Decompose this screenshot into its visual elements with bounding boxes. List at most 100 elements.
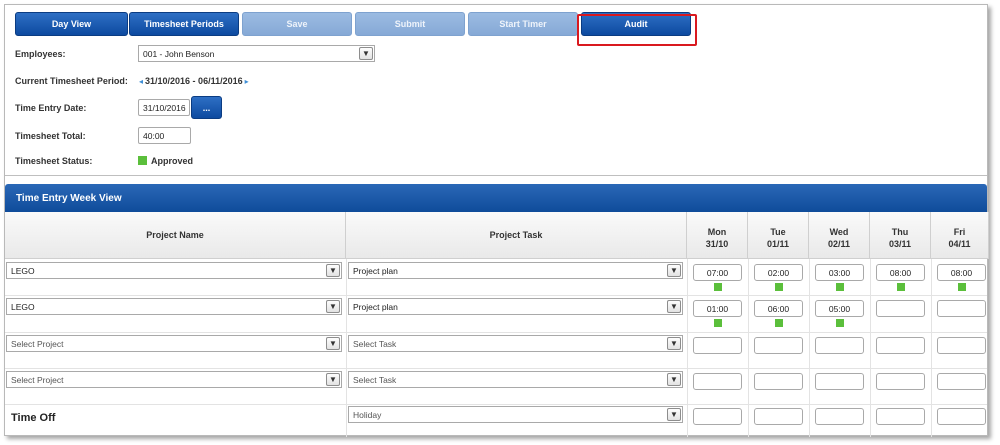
chevron-down-icon: ▼ bbox=[667, 337, 681, 350]
time-entry-input[interactable]: 08:00 bbox=[937, 264, 986, 281]
col-header-project: Project Name bbox=[5, 212, 346, 259]
chevron-down-icon: ▼ bbox=[359, 47, 373, 60]
day-name: Wed bbox=[829, 227, 849, 237]
next-period-icon[interactable]: ▸ bbox=[245, 77, 249, 86]
time-off-type-select[interactable]: Holiday ▼ bbox=[348, 406, 683, 423]
day-name: Fri bbox=[953, 227, 966, 237]
chevron-down-icon: ▼ bbox=[667, 264, 681, 277]
approved-status-icon bbox=[897, 283, 905, 291]
divider bbox=[5, 175, 987, 176]
task-select-value: Project plan bbox=[353, 265, 398, 276]
column-divider bbox=[931, 259, 932, 437]
period-value: 31/10/2016 - 06/11/2016 bbox=[145, 76, 243, 86]
time-entry-input[interactable] bbox=[815, 337, 864, 354]
chevron-down-icon: ▼ bbox=[667, 408, 681, 421]
column-divider bbox=[809, 259, 810, 437]
time-off-input[interactable] bbox=[693, 408, 742, 425]
project-select[interactable]: Select Project ▼ bbox=[6, 335, 342, 352]
chevron-down-icon: ▼ bbox=[326, 264, 340, 277]
time-entry-input[interactable] bbox=[815, 373, 864, 390]
row-divider bbox=[5, 368, 987, 369]
time-entry-input[interactable] bbox=[876, 337, 925, 354]
timesheet-periods-button[interactable]: Timesheet Periods bbox=[129, 12, 239, 36]
project-select[interactable]: LEGO ▼ bbox=[6, 262, 342, 279]
col-header-day: Thu 03/11 bbox=[870, 212, 931, 259]
time-entry-input[interactable]: 01:00 bbox=[693, 300, 742, 317]
time-entry-input[interactable]: 07:00 bbox=[693, 264, 742, 281]
task-select[interactable]: Project plan ▼ bbox=[348, 298, 683, 315]
chevron-down-icon: ▼ bbox=[667, 373, 681, 386]
time-entry-input[interactable]: 05:00 bbox=[815, 300, 864, 317]
status-indicator-icon bbox=[138, 156, 147, 165]
column-divider bbox=[687, 259, 688, 437]
time-entry-input[interactable] bbox=[754, 373, 803, 390]
day-name: Mon bbox=[707, 227, 727, 237]
week-view-header: Time Entry Week View bbox=[5, 184, 987, 212]
status-label: Timesheet Status: bbox=[15, 156, 93, 166]
employee-select[interactable]: 001 - John Benson ▼ bbox=[138, 45, 375, 62]
column-divider bbox=[346, 259, 347, 437]
audit-highlight-box bbox=[577, 14, 697, 46]
time-off-input[interactable] bbox=[815, 408, 864, 425]
period-label: Current Timesheet Period: bbox=[15, 76, 128, 86]
entry-date-input[interactable]: 31/10/2016 bbox=[138, 99, 190, 116]
save-button[interactable]: Save bbox=[242, 12, 352, 36]
time-off-input[interactable] bbox=[937, 408, 986, 425]
time-entry-input[interactable] bbox=[937, 300, 986, 317]
row-divider bbox=[5, 332, 987, 333]
time-entry-input[interactable] bbox=[937, 373, 986, 390]
approved-status-icon bbox=[775, 319, 783, 327]
project-select-value: Select Project bbox=[11, 338, 64, 349]
col-header-day: Tue 01/11 bbox=[748, 212, 809, 259]
period-navigator: ◂ 31/10/2016 - 06/11/2016 ▸ bbox=[139, 76, 249, 86]
day-date: 04/11 bbox=[948, 239, 971, 249]
time-off-input[interactable] bbox=[754, 408, 803, 425]
time-entry-input[interactable] bbox=[937, 337, 986, 354]
task-select-value: Select Task bbox=[353, 374, 397, 385]
project-select[interactable]: Select Project ▼ bbox=[6, 371, 342, 388]
chevron-down-icon: ▼ bbox=[326, 300, 340, 313]
task-select[interactable]: Select Task ▼ bbox=[348, 335, 683, 352]
project-select-value: LEGO bbox=[11, 301, 35, 312]
column-divider bbox=[748, 259, 749, 437]
time-entry-input[interactable]: 02:00 bbox=[754, 264, 803, 281]
day-name: Thu bbox=[891, 227, 909, 237]
start-timer-button[interactable]: Start Timer bbox=[468, 12, 578, 36]
task-select[interactable]: Select Task ▼ bbox=[348, 371, 683, 388]
entry-date-label: Time Entry Date: bbox=[15, 103, 87, 113]
col-header-day: Fri 04/11 bbox=[931, 212, 989, 259]
time-entry-input[interactable]: 03:00 bbox=[815, 264, 864, 281]
time-entry-input[interactable] bbox=[693, 373, 742, 390]
timesheet-window: Day View Timesheet Periods Save Submit S… bbox=[4, 4, 989, 437]
approved-status-icon bbox=[836, 283, 844, 291]
total-input: 40:00 bbox=[138, 127, 191, 144]
time-entry-input[interactable]: 08:00 bbox=[876, 264, 925, 281]
task-select[interactable]: Project plan ▼ bbox=[348, 262, 683, 279]
time-entry-input[interactable] bbox=[876, 300, 925, 317]
time-entry-input[interactable] bbox=[876, 373, 925, 390]
time-off-label: Time Off bbox=[11, 412, 56, 424]
project-select-value: LEGO bbox=[11, 265, 35, 276]
day-name: Tue bbox=[770, 227, 786, 237]
approved-status-icon bbox=[958, 283, 966, 291]
project-select[interactable]: LEGO ▼ bbox=[6, 298, 342, 315]
submit-button[interactable]: Submit bbox=[355, 12, 465, 36]
task-select-value: Select Task bbox=[353, 338, 397, 349]
chevron-down-icon: ▼ bbox=[326, 373, 340, 386]
time-off-type-value: Holiday bbox=[353, 409, 382, 420]
time-entry-input[interactable] bbox=[754, 337, 803, 354]
col-header-task: Project Task bbox=[346, 212, 687, 259]
time-entry-input[interactable]: 06:00 bbox=[754, 300, 803, 317]
col-header-day: Wed 02/11 bbox=[809, 212, 870, 259]
row-divider bbox=[5, 295, 987, 296]
project-select-value: Select Project bbox=[11, 374, 64, 385]
prev-period-icon[interactable]: ◂ bbox=[139, 77, 143, 86]
time-entry-input[interactable] bbox=[693, 337, 742, 354]
time-off-input[interactable] bbox=[876, 408, 925, 425]
day-date: 31/10 bbox=[705, 239, 729, 249]
employees-label: Employees: bbox=[15, 49, 66, 59]
date-picker-button[interactable]: ... bbox=[191, 96, 222, 119]
total-label: Timesheet Total: bbox=[15, 131, 86, 141]
day-view-button[interactable]: Day View bbox=[15, 12, 128, 36]
task-select-value: Project plan bbox=[353, 301, 398, 312]
